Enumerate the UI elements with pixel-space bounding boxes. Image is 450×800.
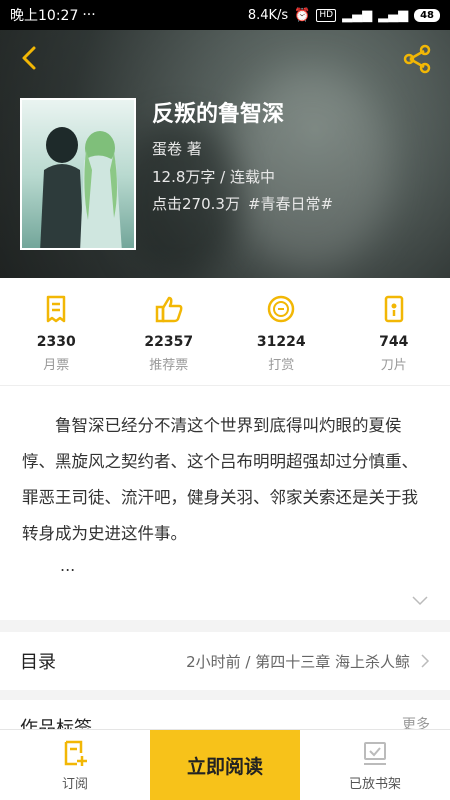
description-text: 鲁智深已经分不清这个世界到底得叫灼眼的夏侯惇、黑旋风之契约者、这个吕布明明超强却… — [22, 416, 418, 543]
notification-dot-icon: ··· — [82, 7, 96, 23]
description-ellipsis: ... — [60, 556, 76, 575]
stat-label: 推荐票 — [149, 358, 189, 373]
book-description[interactable]: 鲁智深已经分不清这个世界到底得叫灼眼的夏侯惇、黑旋风之契约者、这个吕布明明超强却… — [0, 386, 450, 620]
click-count-row: 点击270.3万 #青春日常# — [152, 193, 333, 214]
status-time: 晚上10:27 — [10, 8, 79, 24]
subscribe-icon — [64, 740, 87, 766]
book-header: 反叛的鲁智深 蛋卷 著 12.8万字 / 连载中 点击270.3万 #青春日常# — [0, 30, 450, 278]
book-author[interactable]: 蛋卷 著 — [152, 138, 202, 159]
stat-value: 744 — [379, 334, 409, 350]
chevron-down-icon[interactable] — [412, 596, 428, 606]
subscribe-label: 订阅 — [61, 776, 88, 792]
blade-icon — [384, 295, 403, 323]
back-arrow-icon[interactable] — [16, 44, 44, 72]
stat-monthly-ticket[interactable]: 2330 月票 — [0, 278, 113, 385]
read-now-button[interactable]: 立即阅读 — [150, 730, 300, 800]
stat-label: 刀片 — [380, 358, 407, 373]
stat-label: 打赏 — [268, 358, 295, 373]
catalog-label: 目录 — [20, 652, 56, 673]
click-count: 点击270.3万 — [152, 195, 240, 213]
book-title: 反叛的鲁智深 — [152, 102, 285, 127]
hd-badge: HD — [316, 8, 337, 22]
monthly-ticket-icon — [47, 295, 66, 323]
signal-icon: ▂▄▆ — [342, 7, 373, 23]
stat-reward[interactable]: 31224 打赏 — [225, 278, 338, 385]
alarm-icon: ⏰ — [294, 7, 311, 23]
stat-blade[interactable]: 744 刀片 — [338, 278, 450, 385]
stats-row: 2330 月票 22357 推荐票 31224 打赏 744 刀片 — [0, 278, 450, 386]
stat-value: 2330 — [36, 334, 76, 350]
reward-coin-icon — [268, 295, 295, 323]
subscribe-button[interactable]: 订阅 — [0, 730, 150, 800]
bookshelf-label: 已放书架 — [348, 776, 401, 792]
latest-chapter: 2小时前 / 第四十三章 海上杀人鲸 — [186, 652, 410, 671]
chevron-right-icon — [421, 654, 430, 668]
share-icon[interactable] — [402, 44, 432, 74]
status-bar: 晚上10:27 ··· 8.4K/s ⏰ HD ▂▄▆ ▂▄▆ 48 — [0, 0, 450, 30]
catalog-row[interactable]: 目录 2小时前 / 第四十三章 海上杀人鲸 — [0, 632, 450, 690]
signal-icon-2: ▂▄▆ — [378, 7, 409, 23]
stat-value: 31224 — [256, 334, 306, 350]
genre-tag[interactable]: #青春日常# — [248, 193, 333, 214]
network-speed: 8.4K/s — [247, 7, 289, 23]
stat-label: 月票 — [43, 358, 70, 373]
thumbs-up-icon — [155, 296, 183, 323]
cover-illustration — [22, 100, 134, 248]
bottom-action-bar: 订阅 立即阅读 已放书架 — [0, 730, 450, 800]
stat-recommend-ticket[interactable]: 22357 推荐票 — [113, 278, 226, 385]
book-cover[interactable] — [20, 98, 136, 250]
battery-indicator: 48 — [414, 8, 440, 22]
stat-value: 22357 — [144, 334, 194, 350]
word-count-status: 12.8万字 / 连载中 — [152, 168, 275, 186]
bookshelf-button[interactable]: 已放书架 — [300, 730, 450, 800]
bookshelf-check-icon — [364, 741, 386, 765]
